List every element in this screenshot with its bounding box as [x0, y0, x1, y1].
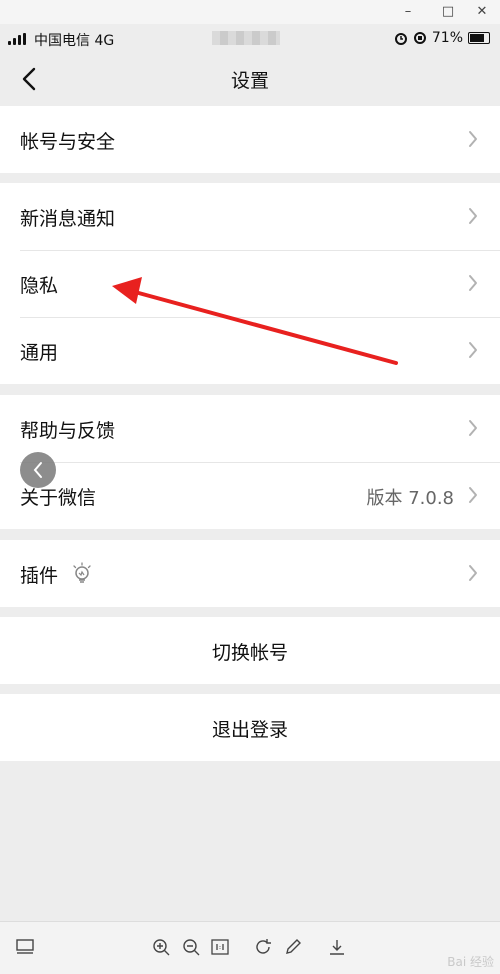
edit-pencil-icon[interactable]: [284, 938, 302, 956]
zoom-in-icon[interactable]: [152, 938, 170, 956]
thumbnail-icon[interactable]: [16, 938, 34, 956]
battery-percent: 71%: [431, 30, 463, 46]
settings-item-notifications[interactable]: 新消息通知: [0, 183, 500, 250]
settings-item-label: 新消息通知: [20, 208, 116, 230]
logout-group: 退出登录: [0, 694, 500, 761]
battery-icon: [468, 32, 490, 44]
settings-group-plugins: 插件: [0, 540, 500, 607]
signal-icon: [8, 33, 28, 45]
status-bar: 中国电信 4G 71%: [0, 24, 500, 54]
chevron-right-icon: [469, 342, 477, 358]
switch-account-group: 切换帐号: [0, 617, 500, 684]
carrier-label: 中国电信 4G: [34, 33, 115, 49]
close-button[interactable]: ✕: [470, 3, 494, 21]
settings-item-account-security[interactable]: 帐号与安全: [0, 106, 500, 173]
window-titlebar: – □ ✕: [0, 0, 500, 24]
switch-account-button[interactable]: 切换帐号: [0, 617, 500, 684]
actual-size-icon[interactable]: [211, 938, 229, 956]
lightbulb-icon: [73, 562, 91, 583]
settings-item-help-feedback[interactable]: 帮助与反馈: [0, 395, 500, 462]
switch-account-label: 切换帐号: [211, 642, 288, 664]
settings-item-label: 帐号与安全: [20, 131, 116, 153]
viewer-toolbar: Bai 经验: [0, 921, 500, 974]
settings-item-label: 帮助与反馈: [20, 420, 116, 442]
rotate-icon[interactable]: [254, 938, 272, 956]
minimize-button[interactable]: –: [396, 3, 420, 21]
chevron-right-icon: [469, 565, 477, 581]
chevron-right-icon: [469, 487, 477, 503]
settings-item-privacy[interactable]: 隐私: [0, 250, 500, 317]
settings-item-plugins[interactable]: 插件: [0, 540, 500, 607]
settings-item-label: 插件: [20, 565, 59, 587]
baidu-watermark: Bai 经验: [447, 955, 494, 969]
chevron-right-icon: [469, 208, 477, 224]
chevron-right-icon: [469, 275, 477, 291]
chevron-right-icon: [469, 420, 477, 436]
blurred-time: [212, 31, 280, 45]
page-title: 设置: [230, 70, 269, 92]
alarm-icon: [394, 33, 407, 45]
nav-bar: 设置: [0, 54, 500, 104]
logout-label: 退出登录: [211, 719, 288, 741]
chevron-left-icon: [33, 462, 42, 478]
settings-group-account: 帐号与安全: [0, 106, 500, 173]
settings-group-about: 帮助与反馈 关于微信 版本 7.0.8: [0, 395, 500, 529]
download-icon[interactable]: [328, 938, 346, 956]
floating-back-button[interactable]: [20, 452, 56, 488]
maximize-button[interactable]: □: [436, 3, 460, 21]
settings-item-label: 通用: [20, 342, 59, 364]
version-value: 版本 7.0.8: [366, 488, 454, 509]
settings-item-label: 隐私: [20, 275, 59, 297]
zoom-out-icon[interactable]: [182, 938, 200, 956]
chevron-right-icon: [469, 131, 477, 147]
logout-button[interactable]: 退出登录: [0, 694, 500, 761]
settings-item-about[interactable]: 关于微信 版本 7.0.8: [0, 462, 500, 529]
settings-group-general: 新消息通知 隐私 通用: [0, 183, 500, 384]
settings-item-general[interactable]: 通用: [0, 317, 500, 384]
rotation-lock-icon: [413, 32, 426, 44]
